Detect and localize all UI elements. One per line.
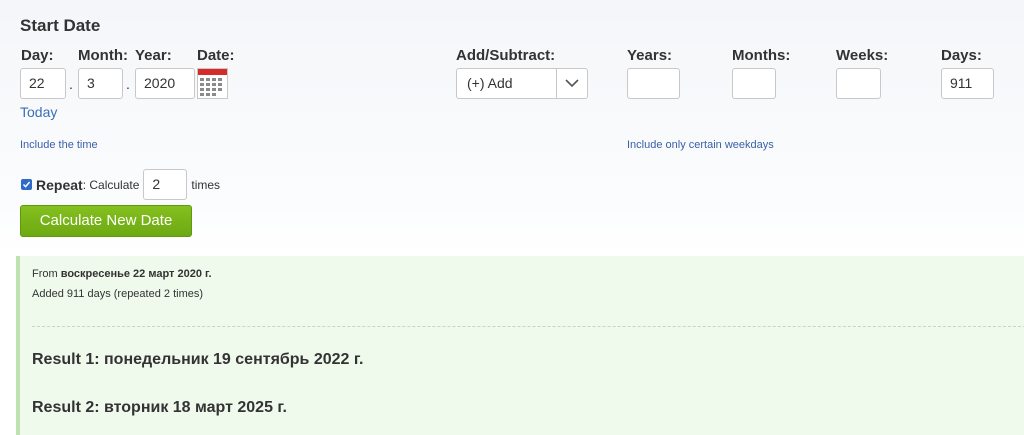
result-divider bbox=[32, 326, 1024, 327]
result-1: Result 1: понедельник 19 сентябрь 2022 г… bbox=[32, 351, 364, 368]
repeat-label: Repeat bbox=[36, 176, 83, 193]
from-prefix: From bbox=[32, 268, 61, 280]
calendar-icon[interactable] bbox=[197, 68, 228, 99]
include-weekdays-link[interactable]: Include only certain weekdays bbox=[627, 139, 774, 151]
days-input[interactable]: 911 bbox=[941, 68, 994, 99]
add-subtract-value: (+) Add bbox=[457, 69, 557, 98]
weeks-input[interactable] bbox=[836, 68, 881, 99]
months-label: Months: bbox=[732, 47, 791, 64]
repeat-prefix: : Calculate bbox=[82, 177, 140, 192]
day-label: Day: bbox=[21, 47, 54, 64]
add-subtract-label: Add/Subtract: bbox=[456, 47, 556, 64]
add-subtract-select[interactable]: (+) Add bbox=[456, 68, 588, 99]
include-time-link[interactable]: Include the time bbox=[20, 139, 98, 151]
date-separator: . bbox=[126, 76, 130, 92]
result-2: Result 2: вторник 18 март 2025 г. bbox=[32, 399, 287, 416]
months-input[interactable] bbox=[732, 68, 776, 99]
calculate-new-date-button[interactable]: Calculate New Date bbox=[20, 205, 192, 237]
year-label: Year: bbox=[135, 47, 172, 64]
month-input[interactable]: 3 bbox=[78, 68, 123, 99]
month-label: Month: bbox=[78, 47, 128, 64]
today-link[interactable]: Today bbox=[20, 104, 57, 120]
added-days-text: Added 911 days (repeated 2 times) bbox=[32, 288, 204, 300]
years-input[interactable] bbox=[627, 68, 680, 99]
date-separator: . bbox=[69, 76, 73, 92]
day-input[interactable]: 22 bbox=[20, 68, 66, 99]
section-title: Start Date bbox=[20, 16, 101, 35]
repeat-times-input[interactable]: 2 bbox=[143, 169, 188, 200]
chevron-down-icon[interactable] bbox=[557, 69, 587, 98]
years-label: Years: bbox=[627, 47, 673, 64]
repeat-suffix: times bbox=[191, 177, 221, 192]
from-line: From воскресенье 22 март 2020 г. bbox=[32, 268, 212, 280]
date-label: Date: bbox=[197, 47, 235, 64]
days-label: Days: bbox=[941, 47, 982, 64]
from-date: воскресенье 22 март 2020 г. bbox=[60, 268, 212, 280]
year-input[interactable]: 2020 bbox=[135, 68, 195, 99]
weeks-label: Weeks: bbox=[836, 47, 889, 64]
repeat-checkbox[interactable] bbox=[21, 179, 32, 190]
repeat-row: Repeat : Calculate 2 times bbox=[21, 169, 220, 200]
